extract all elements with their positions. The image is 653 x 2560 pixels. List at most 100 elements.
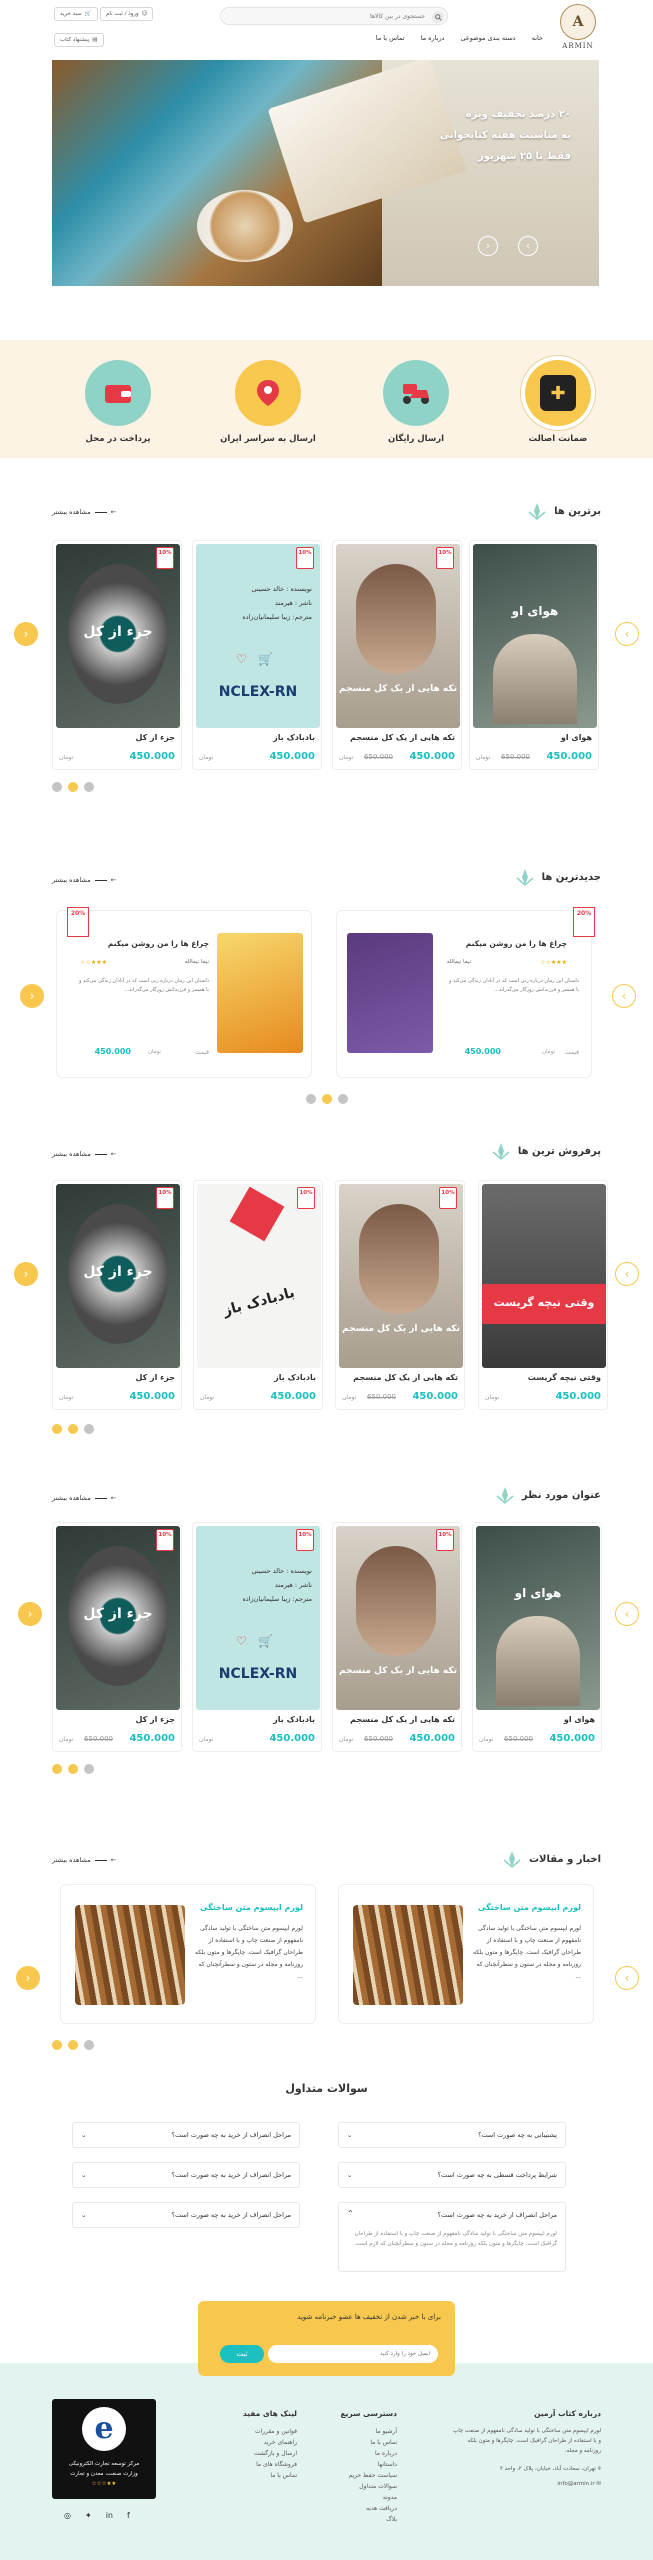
carousel-prev-arrow[interactable]: ‹ <box>14 1262 38 1286</box>
product-card[interactable]: 10% جزء از کل جزء از کل 450.000 تومان <box>52 1180 182 1410</box>
product-card[interactable]: 10% تکه هایی از یک کل منسجم تکه هایی از … <box>335 1180 465 1410</box>
footer-link[interactable]: تماس با ما <box>227 2470 297 2481</box>
carousel-dot[interactable] <box>68 1764 78 1774</box>
product-title[interactable]: هوای او <box>564 1715 595 1724</box>
faq-question[interactable]: پشتیبانی به چه صورت است؟ ⌄ <box>338 2122 566 2148</box>
wide-product-card[interactable]: 20% چراغ ها را من روشن میکنم ★★★☆☆ نیما … <box>56 907 312 1078</box>
product-title[interactable]: جزء از کل <box>135 1373 175 1382</box>
carousel-prev-arrow[interactable]: ‹ <box>18 1602 42 1626</box>
login-button[interactable]: ☺ ورود / ثبت نام <box>100 7 154 21</box>
carousel-dot[interactable] <box>68 782 78 792</box>
footer-link[interactable]: ارسال و بازگشت <box>227 2448 297 2459</box>
see-more-newest[interactable]: ← مشاهده بیشتر <box>52 876 116 884</box>
faq-question-open[interactable]: مراحل انصراف از خرید به چه صورت است؟ ⌃ ل… <box>338 2202 566 2272</box>
product-title[interactable]: بادبادک باز <box>274 1373 316 1382</box>
carousel-next-arrow[interactable]: › <box>615 622 639 646</box>
carousel-dot[interactable] <box>68 2040 78 2050</box>
product-title[interactable]: بادبادک باز <box>273 1715 315 1724</box>
instagram-icon[interactable]: ◎ <box>64 2511 71 2520</box>
product-title[interactable]: تکه هایی از یک کل منسجم <box>353 1373 458 1382</box>
carousel-prev-arrow[interactable]: ‹ <box>20 984 44 1008</box>
faq-question[interactable]: مراحل انصراف از خرید به چه صورت است؟ ⌄ <box>72 2122 300 2148</box>
carousel-next-arrow[interactable]: › <box>612 984 636 1008</box>
product-card[interactable]: 10% تکه هایی از یک کل منسجم تکه هایی از … <box>332 540 462 770</box>
carousel-dot[interactable] <box>84 1764 94 1774</box>
wide-product-card[interactable]: 20% چراغ ها را من روشن میکنم ★★★☆☆ نیما … <box>336 907 595 1078</box>
carousel-prev-arrow[interactable]: ‹ <box>14 622 38 646</box>
cart-button[interactable]: 🛒 سبد خرید <box>54 7 98 21</box>
product-card[interactable]: 10% بادبادک باز بادبادک باز 450.000 توما… <box>193 1180 323 1410</box>
carousel-dot[interactable] <box>68 1424 78 1434</box>
footer-link[interactable]: سیاست حفظ حریم <box>327 2470 397 2481</box>
see-more-articles[interactable]: ← مشاهده بیشتر <box>52 1856 116 1864</box>
carousel-dot[interactable] <box>52 782 62 792</box>
newsletter-submit-button[interactable]: ثبت <box>220 2345 264 2363</box>
product-card[interactable]: 10% جزء از کل جزء از کل 450.000 650.000 … <box>52 1522 182 1752</box>
footer-link[interactable]: قوانین و مقررات <box>227 2426 297 2437</box>
product-title[interactable]: چراغ ها را من روشن میکنم <box>108 939 209 948</box>
product-card[interactable]: وقتی نیچه گریست وقتی نیچه گریست 450.000 … <box>478 1180 608 1410</box>
carousel-dot[interactable] <box>52 1424 62 1434</box>
faq-question[interactable]: مراحل انصراف از خرید به چه صورت است؟ ⌄ <box>72 2202 300 2228</box>
carousel-prev-arrow[interactable]: ‹ <box>16 1966 40 1990</box>
suggest-book-button[interactable]: ▤ پیشنهاد کتاب <box>54 33 104 47</box>
footer-link[interactable]: فروشگاه های ما <box>227 2459 297 2470</box>
product-title[interactable]: وقتی نیچه گریست <box>528 1373 601 1382</box>
footer-link[interactable]: آرشیو ما <box>327 2426 397 2437</box>
see-more-featured[interactable]: ← مشاهده بیشتر <box>52 1494 116 1502</box>
article-card[interactable]: لورم ایپسوم متن ساختگی لورم ایپسوم متن س… <box>338 1884 594 2024</box>
product-card[interactable]: 10% تکه هایی از یک کل منسجم تکه هایی از … <box>332 1522 462 1752</box>
hero-prev-arrow[interactable]: ‹ <box>478 236 498 256</box>
footer-link[interactable]: تماس با ما <box>327 2437 397 2448</box>
carousel-dot[interactable] <box>84 782 94 792</box>
heart-icon[interactable]: ♡ <box>236 652 247 666</box>
heart-icon[interactable]: ♡ <box>236 1634 247 1648</box>
product-card[interactable]: 10% جزء از کل جزء از کل 450.000 تومان <box>52 540 182 770</box>
nav-item-home[interactable]: خانه <box>532 34 543 42</box>
product-card-hover[interactable]: 10% نویسنده : خالد حسینی ناشر : هیرمند م… <box>192 540 322 770</box>
hero-next-arrow[interactable]: › <box>518 236 538 256</box>
footer-link[interactable]: دریافت هدیه <box>327 2503 397 2514</box>
article-card[interactable]: لورم ایپسوم متن ساختگی لورم ایپسوم متن س… <box>60 1884 316 2024</box>
footer-link[interactable]: درباره ما <box>327 2448 397 2459</box>
facebook-icon[interactable]: f <box>127 2511 130 2520</box>
carousel-dot[interactable] <box>338 1094 348 1104</box>
see-more-bestseller[interactable]: ← مشاهده بیشتر <box>52 1150 116 1158</box>
carousel-next-arrow[interactable]: › <box>615 1602 639 1626</box>
newsletter-email-input[interactable] <box>268 2345 438 2363</box>
article-title[interactable]: لورم ایپسوم متن ساختگی <box>200 1903 303 1912</box>
footer-link[interactable]: سوالات متداول <box>327 2481 397 2492</box>
footer-email[interactable]: ✉ info@armin.ir <box>451 2481 601 2487</box>
footer-link[interactable]: داستانها <box>327 2459 397 2470</box>
product-card[interactable]: هوای او هوای او 450.000 650.000 تومان <box>472 1522 602 1752</box>
carousel-next-arrow[interactable]: › <box>615 1262 639 1286</box>
footer-link[interactable]: مدونه <box>327 2492 397 2503</box>
carousel-dot[interactable] <box>306 1094 316 1104</box>
hero-banner[interactable]: ۲۰ درصد تخفیف ویژه به مناسبت هفته کتابخو… <box>52 60 599 286</box>
product-card[interactable]: هوای او هوای او 450.000 650.000 تومان <box>469 540 599 770</box>
product-title[interactable]: تکه هایی از یک کل منسجم <box>350 733 455 742</box>
product-title[interactable]: جزء از کل <box>135 733 175 742</box>
see-more-top[interactable]: ← مشاهده بیشتر <box>52 508 116 516</box>
carousel-dot[interactable] <box>322 1094 332 1104</box>
enamad-badge[interactable]: e مرکز توسعه تجارت الکترونیکی وزارت صنعت… <box>52 2399 156 2499</box>
nav-item-contact[interactable]: تماس با ما <box>376 34 405 42</box>
footer-link[interactable]: بلاگ <box>327 2514 397 2525</box>
article-title[interactable]: لورم ایپسوم متن ساختگی <box>478 1903 581 1912</box>
carousel-dot[interactable] <box>52 2040 62 2050</box>
carousel-dot[interactable] <box>52 1764 62 1774</box>
linkedin-icon[interactable]: in <box>106 2511 113 2520</box>
product-card-hover[interactable]: 10% نویسنده : خالد حسینی ناشر : هیرمند م… <box>192 1522 322 1752</box>
nav-item-about[interactable]: درباره ما <box>421 34 445 42</box>
carousel-dot[interactable] <box>84 1424 94 1434</box>
cart-add-icon[interactable]: 🛒 <box>258 652 273 666</box>
product-title[interactable]: تکه هایی از یک کل منسجم <box>350 1715 455 1724</box>
carousel-dot[interactable] <box>84 2040 94 2050</box>
faq-question[interactable]: مراحل انصراف از خرید به چه صورت است؟ ⌄ <box>72 2162 300 2188</box>
twitter-icon[interactable]: ✦ <box>85 2511 92 2520</box>
carousel-next-arrow[interactable]: › <box>615 1966 639 1990</box>
product-title[interactable]: بادبادک باز <box>273 733 315 742</box>
site-logo[interactable]: A ARMIN <box>555 4 601 50</box>
faq-question[interactable]: شرایط پرداخت قسطی به چه صورت است؟ ⌄ <box>338 2162 566 2188</box>
product-title[interactable]: هوای او <box>561 733 592 742</box>
